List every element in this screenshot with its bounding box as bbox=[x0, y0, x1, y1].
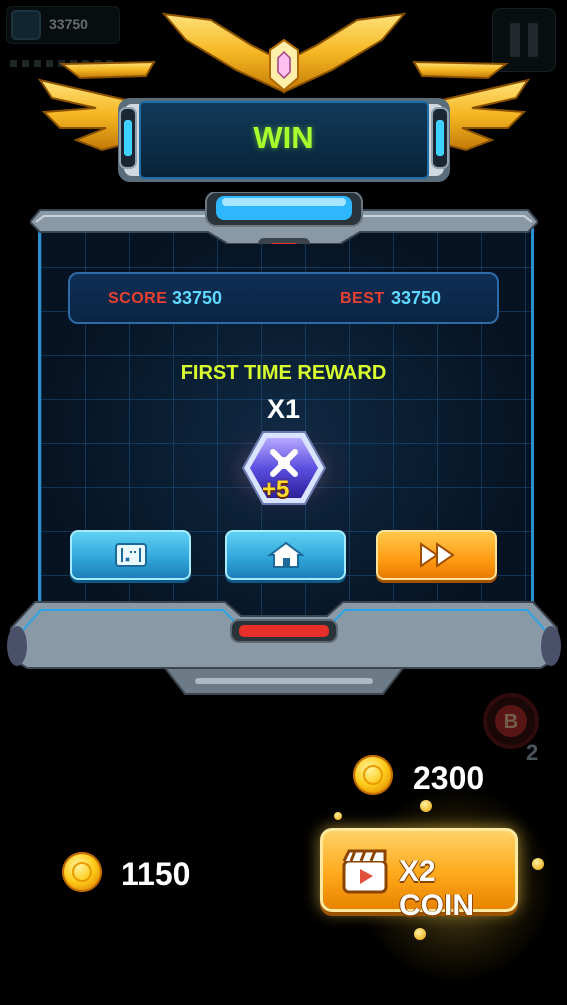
booster-count: 2 bbox=[526, 740, 539, 765]
coin-icon bbox=[353, 755, 393, 795]
reward-amount: +5 bbox=[262, 476, 290, 503]
home-button[interactable] bbox=[225, 530, 346, 580]
fast-forward-icon bbox=[419, 542, 455, 568]
panel-top-frame bbox=[30, 192, 538, 244]
best-label: BEST bbox=[340, 290, 385, 307]
home-icon bbox=[266, 541, 305, 568]
booster-letter: B bbox=[504, 711, 518, 733]
coin-icon bbox=[62, 852, 102, 892]
best-value: 33750 bbox=[391, 288, 442, 308]
map-icon bbox=[114, 543, 147, 567]
reward-coins: 2300 bbox=[413, 760, 485, 796]
double-coins-button[interactable]: X2 COIN bbox=[320, 828, 518, 922]
score-value: 33750 bbox=[172, 288, 223, 308]
wings-emblem bbox=[37, 12, 531, 182]
double-coins-label: X2 COIN bbox=[399, 855, 474, 922]
reward-title: FIRST TIME REWARD bbox=[180, 362, 387, 384]
result-title: WIN bbox=[253, 120, 314, 155]
score-label: SCORE bbox=[108, 290, 168, 307]
next-level-button[interactable] bbox=[376, 530, 497, 580]
total-coins: 1150 bbox=[121, 856, 191, 892]
video-clapper-icon bbox=[342, 849, 388, 894]
map-button[interactable] bbox=[70, 530, 191, 580]
